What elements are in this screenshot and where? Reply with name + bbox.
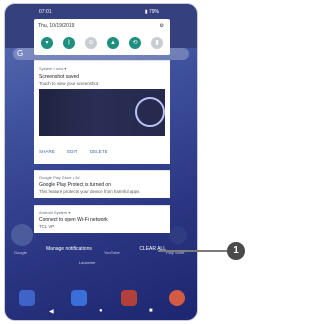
notification-footer: Manage notifications CLEAR ALL (34, 244, 170, 254)
qs-date: Thu, 10/19/2019 (38, 23, 75, 29)
home-icon[interactable]: ● (99, 308, 103, 314)
recents-icon[interactable]: ■ (149, 308, 153, 314)
share-button[interactable]: SHARE (39, 149, 55, 154)
back-icon[interactable]: ◀ (49, 308, 54, 315)
preview-ring (135, 97, 165, 127)
notification-wifi[interactable]: Android System ▾ Connect to open Wi-Fi n… (34, 205, 170, 233)
notification-meta: Android System ▾ (39, 210, 71, 215)
status-bar: 07:01 ▮ 79% (5, 4, 197, 18)
flashlight-icon[interactable]: ▲ (107, 37, 119, 49)
bluetooth-icon[interactable]: ᛒ (63, 37, 75, 49)
battery-saver-icon[interactable]: ▮ (151, 37, 163, 49)
callout-number: 1 (227, 242, 245, 260)
app-label: Launcher (79, 260, 96, 265)
wifi-icon[interactable]: ▾ (41, 37, 53, 49)
navigation-bar: ◀ ● ■ (5, 304, 197, 320)
battery-indicator: ▮ 79% (144, 9, 159, 15)
screenshot-preview[interactable] (39, 89, 165, 136)
delete-button[interactable]: DELETE (90, 149, 108, 154)
notification-play-protect[interactable]: Google Play Store • 2d Google Play Prote… (34, 170, 170, 198)
app-icon-google[interactable] (11, 224, 33, 246)
status-time: 07:01 (39, 9, 52, 15)
notification-meta: Google Play Store • 2d (39, 175, 80, 180)
quick-settings-tiles: ▾ ᛒ ⊖ ▲ ⟲ ▮ (41, 37, 163, 49)
notification-meta: System • now ▾ (39, 66, 67, 71)
quick-settings-panel: Thu, 10/19/2019 ⚙ ▾ ᛒ ⊖ ▲ ⟲ ▮ (34, 19, 170, 55)
callout-line (158, 250, 234, 252)
notification-title: Screenshot saved (39, 74, 80, 80)
notification-actions: SHARE EDIT DELETE (39, 149, 119, 154)
dnd-icon[interactable]: ⊖ (85, 37, 97, 49)
app-icon-play-store[interactable] (169, 226, 187, 244)
phone-frame: G Google YouTube Play Store Launcher ◀ ●… (4, 3, 198, 321)
notification-body: TCL VP (39, 224, 55, 229)
edit-button[interactable]: EDIT (67, 149, 77, 154)
app-label: Google (14, 250, 27, 255)
notification-title: Google Play Protect is turned on (39, 182, 111, 188)
rotate-icon[interactable]: ⟲ (129, 37, 141, 49)
notification-body: This feature protects your device from h… (39, 189, 140, 194)
notification-body: Touch to view your screenshot (39, 81, 99, 86)
notification-title: Connect to open Wi-Fi network (39, 217, 108, 223)
notification-screenshot[interactable]: System • now ▾ Screenshot saved Touch to… (34, 60, 170, 164)
google-icon: G (17, 49, 24, 58)
gear-icon[interactable]: ⚙ (160, 23, 164, 29)
manage-notifications-button[interactable]: Manage notifications (46, 246, 92, 252)
